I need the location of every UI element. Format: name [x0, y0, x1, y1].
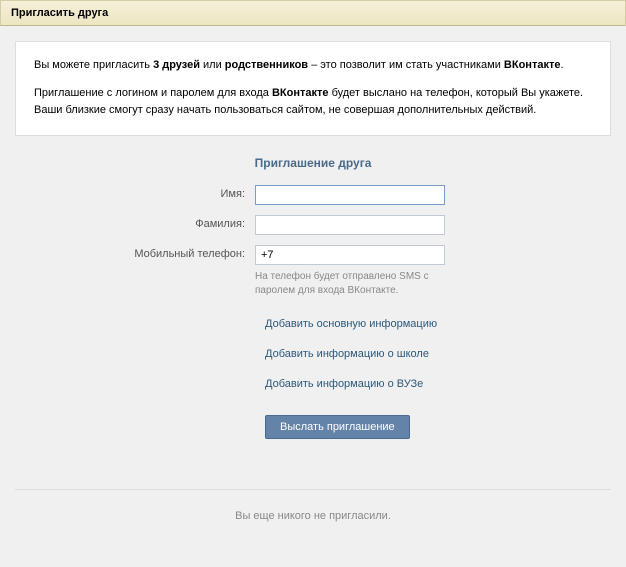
phone-hint: На телефон будет отправлено SMS с пароле… [255, 270, 445, 298]
form-row-phone: Мобильный телефон: На телефон будет отпр… [15, 245, 611, 298]
info-line-2: Приглашение с логином и паролем для вход… [34, 85, 592, 120]
name-input[interactable] [255, 185, 445, 205]
additional-links: Добавить основную информацию Добавить ин… [265, 318, 611, 390]
form-row-surname: Фамилия: [15, 215, 611, 235]
add-basic-link[interactable]: Добавить основную информацию [265, 318, 611, 330]
info-bold-friends: 3 друзей [153, 59, 200, 71]
info-text: или [200, 59, 225, 71]
form-row-name: Имя: [15, 185, 611, 205]
name-label: Имя: [15, 185, 255, 200]
info-bold-relatives: родственников [225, 59, 308, 71]
empty-message: Вы еще никого не пригласили. [0, 490, 626, 537]
form-title: Приглашение друга [15, 156, 611, 170]
info-box: Вы можете пригласить 3 друзей или родств… [15, 41, 611, 136]
surname-input[interactable] [255, 215, 445, 235]
phone-label: Мобильный телефон: [15, 245, 255, 260]
add-school-link[interactable]: Добавить информацию о школе [265, 348, 611, 360]
info-text: – это позволит им стать участниками [308, 59, 504, 71]
add-university-link[interactable]: Добавить информацию о ВУЗе [265, 378, 611, 390]
surname-label: Фамилия: [15, 215, 255, 230]
info-text: . [560, 59, 563, 71]
info-bold-brand: ВКонтакте [272, 87, 329, 99]
content-area: Вы можете пригласить 3 друзей или родств… [0, 26, 626, 454]
info-line-1: Вы можете пригласить 3 друзей или родств… [34, 57, 592, 75]
submit-button[interactable]: Выслать приглашение [265, 415, 410, 439]
phone-input[interactable] [255, 245, 445, 265]
info-bold-brand: ВКонтакте [504, 59, 561, 71]
page-header: Пригласить друга [0, 0, 626, 26]
button-row: Выслать приглашение [265, 415, 611, 439]
info-text: Приглашение с логином и паролем для вход… [34, 87, 272, 99]
page-title: Пригласить друга [11, 7, 108, 19]
info-text: Вы можете пригласить [34, 59, 153, 71]
